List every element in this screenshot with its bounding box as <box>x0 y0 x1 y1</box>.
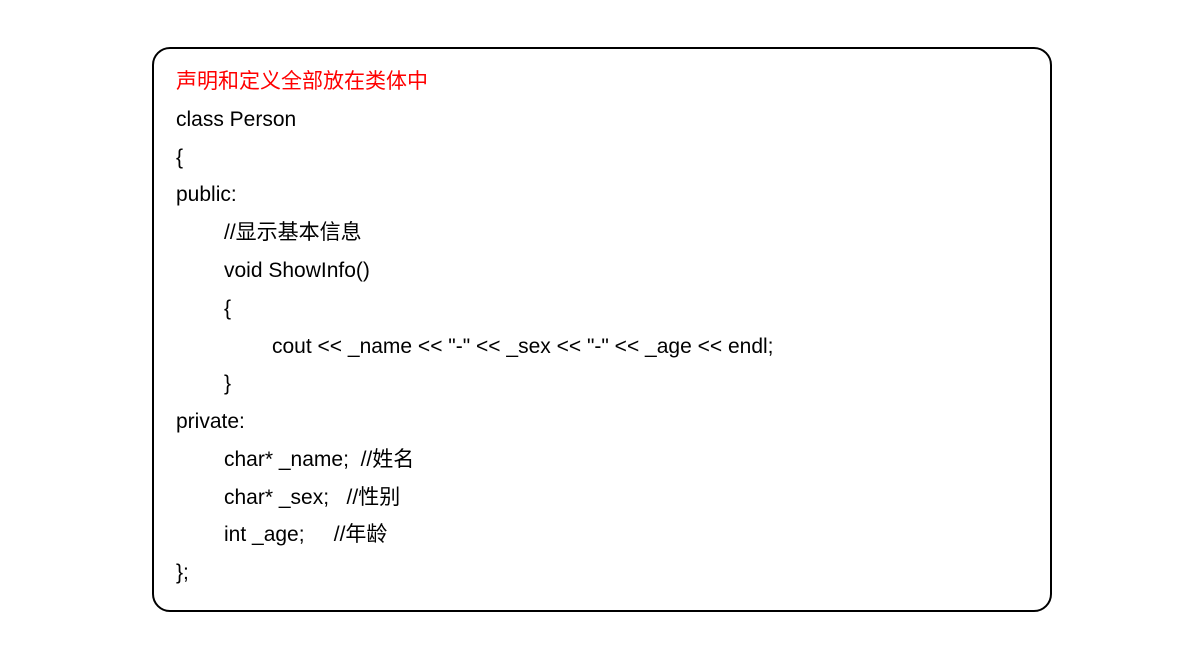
code-line: }; <box>176 554 1028 592</box>
code-line: void ShowInfo() <box>176 252 1028 290</box>
code-line: { <box>176 290 1028 328</box>
code-line: private: <box>176 403 1028 441</box>
heading-comment: 声明和定义全部放在类体中 <box>176 63 1028 101</box>
code-line: char* _name; //姓名 <box>176 441 1028 479</box>
code-line: class Person <box>176 101 1028 139</box>
code-line: //显示基本信息 <box>176 214 1028 252</box>
code-line: int _age; //年龄 <box>176 516 1028 554</box>
code-line: char* _sex; //性别 <box>176 479 1028 517</box>
code-line: } <box>176 365 1028 403</box>
code-line: { <box>176 139 1028 177</box>
code-line: public: <box>176 176 1028 214</box>
code-container: 声明和定义全部放在类体中 class Person { public: //显示… <box>152 47 1052 612</box>
code-line: cout << _name << "-" << _sex << "-" << _… <box>176 328 1028 366</box>
